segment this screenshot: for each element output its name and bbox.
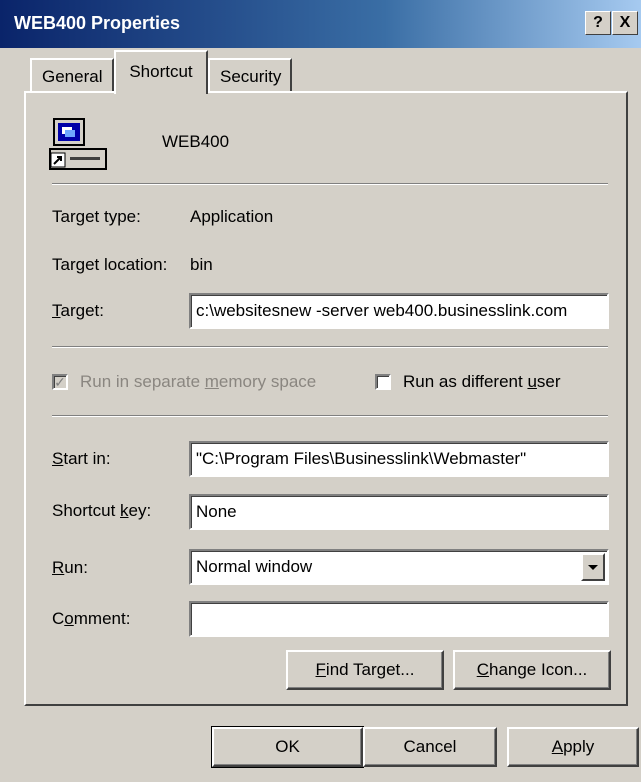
target-type-value: Application (190, 207, 274, 226)
separate-memory-label: Run in separate memory space (80, 372, 317, 391)
shortcut-key-input[interactable]: None (189, 494, 609, 530)
shortcut-computer-icon (48, 116, 108, 172)
find-target-button[interactable]: Find Target... (286, 650, 444, 690)
tab-shortcut[interactable]: Shortcut (114, 50, 208, 94)
separate-memory-checkbox: ✓ (52, 374, 68, 390)
target-location-value: bin (190, 255, 213, 274)
start-in-input[interactable]: "C:\Program Files\Businesslink\Webmaster… (189, 441, 609, 477)
run-as-different-user-label[interactable]: Run as different user (403, 372, 561, 392)
separator (52, 346, 608, 348)
title-bar: WEB400 Properties ? X (0, 0, 641, 48)
run-as-different-user-checkbox[interactable] (375, 374, 391, 390)
start-in-label: Start in: (52, 449, 111, 468)
run-select[interactable]: Normal window (189, 549, 609, 585)
apply-button[interactable]: Apply (507, 727, 639, 767)
comment-label: Comment: (52, 609, 131, 628)
chevron-down-icon[interactable] (581, 553, 605, 581)
tab-security[interactable]: Security (208, 58, 292, 92)
comment-input[interactable] (189, 601, 609, 637)
change-icon-button[interactable]: Change Icon... (453, 650, 611, 690)
separator (52, 183, 608, 185)
run-select-value: Normal window (196, 557, 313, 576)
tab-general[interactable]: General (30, 58, 114, 92)
cancel-button[interactable]: Cancel (363, 727, 497, 767)
close-button[interactable]: X (612, 11, 638, 35)
target-label: Target: (52, 301, 104, 320)
shortcut-key-label: Shortcut key: (52, 501, 152, 520)
target-type-label: Target type: (52, 207, 141, 226)
help-button[interactable]: ? (585, 11, 611, 35)
shortcut-name: WEB400 (162, 132, 230, 151)
run-label: Run: (52, 558, 88, 577)
target-input[interactable]: c:\websitesnew -server web400.businessli… (189, 293, 609, 329)
ok-button[interactable]: OK (211, 726, 364, 768)
target-location-label: Target location: (52, 255, 168, 274)
separator (52, 415, 608, 417)
window-title: WEB400 Properties (14, 13, 181, 33)
